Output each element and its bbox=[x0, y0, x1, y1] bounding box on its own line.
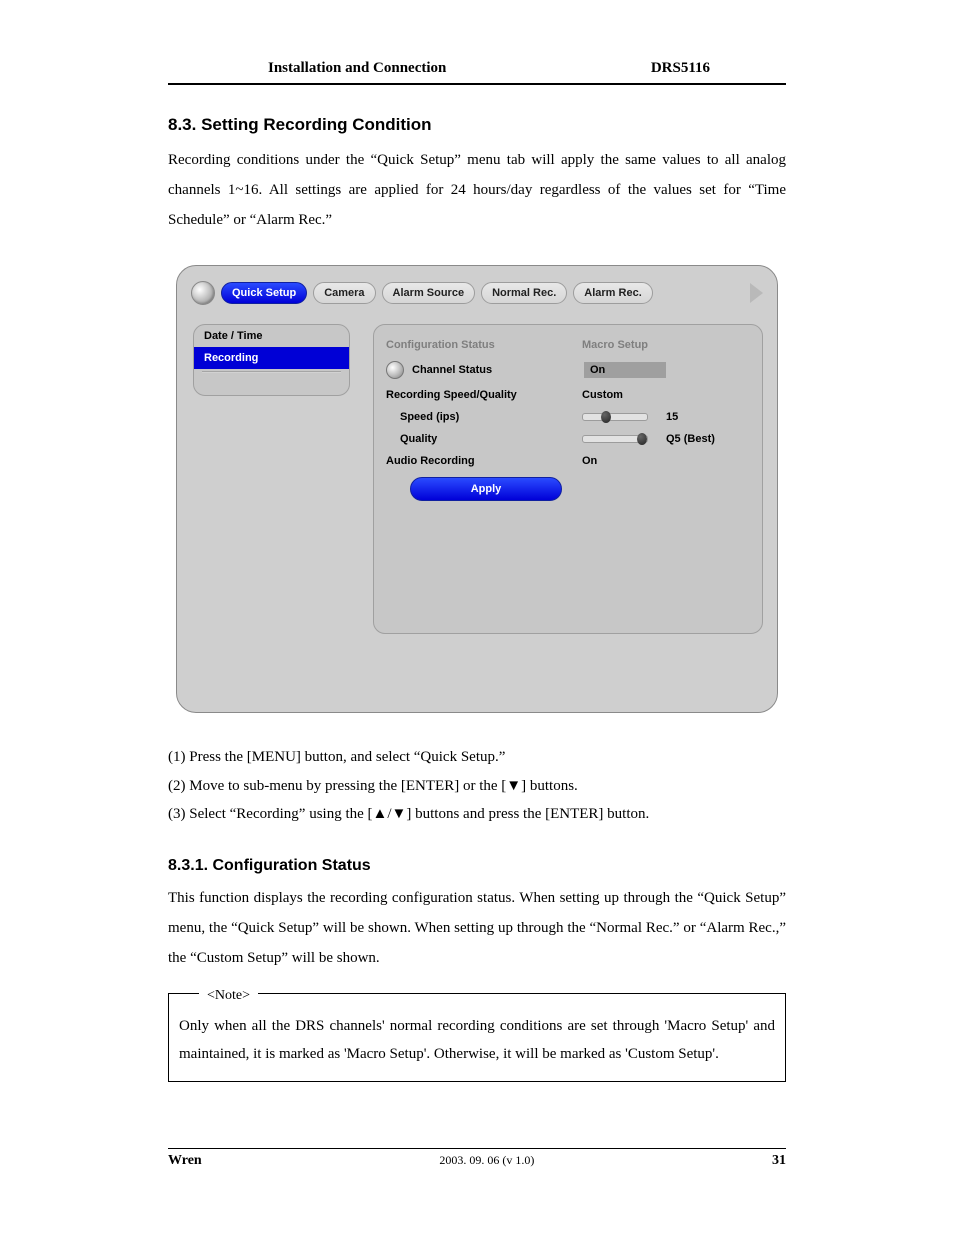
value-audio-recording: On bbox=[582, 455, 597, 467]
slider-quality[interactable] bbox=[582, 435, 648, 443]
subsection-title: 8.3.1. Configuration Status bbox=[168, 857, 786, 875]
footer-page-number: 31 bbox=[772, 1153, 786, 1169]
label-quality: Quality bbox=[386, 433, 582, 445]
value-speed: 15 bbox=[666, 411, 678, 423]
section-paragraph: Recording conditions under the “Quick Se… bbox=[168, 145, 786, 235]
knob-icon[interactable] bbox=[386, 361, 404, 379]
step-2: (2) Move to sub-menu by pressing the [EN… bbox=[168, 772, 786, 801]
sidebar-panel: Date / Time Recording bbox=[193, 324, 350, 396]
sidebar-item-date-time[interactable]: Date / Time bbox=[194, 325, 349, 347]
section-title: 8.3. Setting Recording Condition bbox=[168, 115, 786, 135]
label-speed: Speed (ips) bbox=[386, 411, 582, 423]
note-box: <Note> Only when all the DRS channels' n… bbox=[168, 993, 786, 1082]
slider-thumb-icon[interactable] bbox=[637, 433, 647, 445]
sidebar-item-recording[interactable]: Recording bbox=[194, 347, 349, 369]
main-panel: Configuration Status Macro Setup Channel… bbox=[373, 324, 763, 634]
subsection-paragraph: This function displays the recording con… bbox=[168, 883, 786, 973]
step-3: (3) Select “Recording” using the [▲/▼] b… bbox=[168, 800, 786, 829]
label-audio-recording: Audio Recording bbox=[386, 455, 582, 467]
value-rec-speed-quality: Custom bbox=[582, 389, 623, 401]
tab-bar: Quick Setup Camera Alarm Source Normal R… bbox=[191, 281, 763, 305]
label-macro-setup: Macro Setup bbox=[582, 339, 648, 351]
tab-alarm-source[interactable]: Alarm Source bbox=[382, 282, 476, 304]
label-channel-status: Channel Status bbox=[412, 364, 584, 376]
apply-button[interactable]: Apply bbox=[410, 477, 562, 501]
tab-camera[interactable]: Camera bbox=[313, 282, 375, 304]
footer-brand: Wren bbox=[168, 1153, 202, 1169]
slider-speed[interactable] bbox=[582, 413, 648, 421]
settings-dialog: Quick Setup Camera Alarm Source Normal R… bbox=[176, 265, 778, 713]
header-left: Installation and Connection bbox=[268, 60, 446, 77]
page-footer: Wren 2003. 09. 06 (v 1.0) 31 bbox=[168, 1148, 786, 1169]
note-text: Only when all the DRS channels' normal r… bbox=[179, 1018, 775, 1063]
slider-thumb-icon[interactable] bbox=[601, 411, 611, 423]
nav-prev-icon[interactable] bbox=[191, 281, 215, 305]
value-quality: Q5 (Best) bbox=[666, 433, 715, 445]
tab-alarm-rec[interactable]: Alarm Rec. bbox=[573, 282, 652, 304]
tab-normal-rec[interactable]: Normal Rec. bbox=[481, 282, 567, 304]
sidebar-separator-icon bbox=[202, 371, 341, 373]
label-rec-speed-quality: Recording Speed/Quality bbox=[386, 389, 582, 401]
tab-quick-setup[interactable]: Quick Setup bbox=[221, 282, 307, 304]
header-right: DRS5116 bbox=[651, 60, 784, 77]
value-channel-status[interactable]: On bbox=[584, 362, 666, 378]
nav-next-icon[interactable] bbox=[750, 283, 763, 303]
step-1: (1) Press the [MENU] button, and select … bbox=[168, 743, 786, 772]
header-rule bbox=[168, 83, 786, 85]
label-config-status: Configuration Status bbox=[386, 339, 582, 351]
note-label: <Note> bbox=[199, 983, 258, 1010]
footer-version: 2003. 09. 06 (v 1.0) bbox=[439, 1153, 534, 1169]
